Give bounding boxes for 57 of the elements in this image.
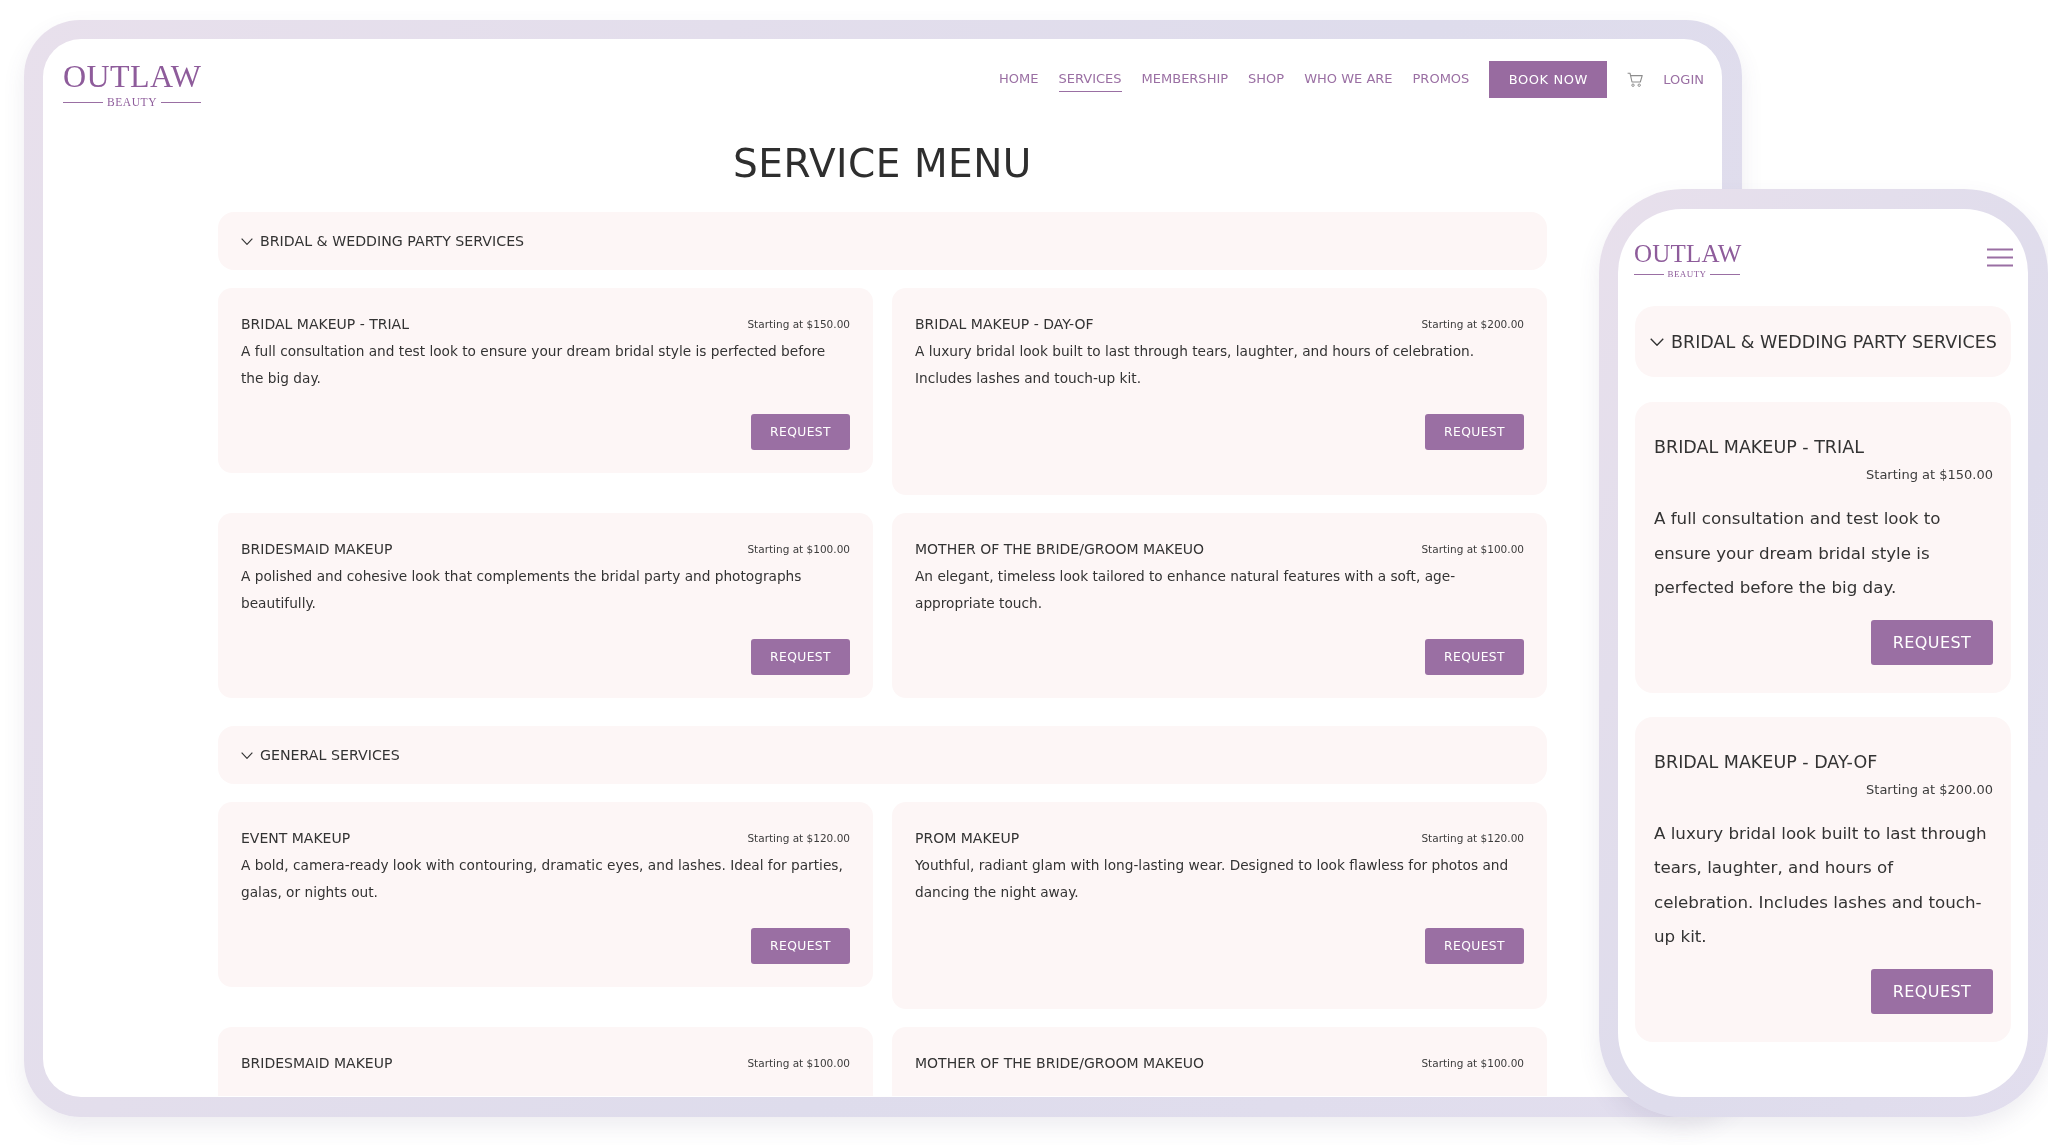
nav-link[interactable]: SHOP	[1248, 67, 1285, 92]
service-description: A luxury bridal look built to last through tears, laughter, and hours of celebration. Includes lashes and touch-up kit.	[1654, 821, 1988, 948]
chevron-icon	[241, 237, 253, 245]
request-button[interactable]: REQUEST	[1871, 619, 1993, 665]
service-description: Youthful, radiant glam with long-lasting wear. Designed to look flawless for photos and dancing the night away.	[915, 856, 1510, 902]
request-button[interactable]: REQUEST	[1425, 639, 1524, 675]
service-description: A polished and cohesive look that complements the bridal party and photographs beautifully.	[241, 567, 803, 613]
service-price: Starting at $120.00	[1421, 832, 1524, 844]
accordion-header[interactable]: BRIDAL & WEDDING PARTY SERVICES	[1635, 306, 2011, 377]
logo-wordmark: OUTLAW	[1634, 239, 1740, 268]
logo-tagline: BEAUTY	[1667, 268, 1707, 280]
service-price: Starting at $100.00	[747, 1057, 850, 1069]
service-price: Starting at $150.00	[747, 318, 850, 330]
service-title: BRIDAL MAKEUP - TRIAL	[241, 316, 409, 332]
nav-link[interactable]: MEMBERSHIP	[1141, 67, 1229, 92]
chevron-icon	[241, 751, 253, 759]
request-button[interactable]: REQUEST	[751, 639, 850, 675]
service-title: MOTHER OF THE BRIDE/GROOM MAKEUO	[915, 541, 1204, 557]
service-description: A full consultation and test look to ensure your dream bridal style is perfected before the big day.	[1654, 507, 1942, 599]
request-button[interactable]: REQUEST	[1871, 968, 1993, 1014]
login-link[interactable]: LOGIN	[1663, 67, 1704, 92]
nav-link[interactable]: PROMOS	[1412, 67, 1470, 92]
menu-icon[interactable]	[1987, 248, 2013, 267]
service-title: BRIDESMAID MAKEUP	[241, 1055, 393, 1071]
service-price: Starting at $200.00	[1421, 318, 1524, 330]
service-price: Starting at $100.00	[1421, 543, 1524, 555]
service-price: Starting at $100.00	[747, 543, 850, 555]
logo-tagline: BEAUTY	[106, 95, 158, 109]
service-title: EVENT MAKEUP	[241, 830, 351, 846]
accordion-header[interactable]: GENERAL SERVICES	[218, 726, 1547, 784]
service-title: BRIDAL MAKEUP - DAY-OF	[915, 316, 1094, 332]
request-button[interactable]: REQUEST	[1425, 928, 1524, 964]
nav-link[interactable]: HOME	[999, 67, 1039, 92]
book-now-button[interactable]: BOOK NOW	[1489, 61, 1608, 98]
chevron-icon	[1650, 337, 1664, 346]
service-description: A luxury bridal look built to last through tears, laughter, and hours of celebration. Includes lashes and touch-up kit.	[915, 342, 1476, 388]
request-button[interactable]: REQUEST	[751, 928, 850, 964]
service-price: Starting at $150.00	[1865, 466, 1993, 484]
service-description: An elegant, timeless look tailored to enhance natural features with a soft, age-appropriate touch.	[915, 567, 1457, 613]
service-title: BRIDESMAID MAKEUP	[241, 541, 393, 557]
logo-wordmark: OUTLAW	[63, 58, 201, 95]
page-title: SERVICE MENU	[732, 142, 1033, 186]
service-price: Starting at $120.00	[747, 832, 850, 844]
nav-link[interactable]: SERVICES	[1058, 67, 1122, 92]
service-description: A bold, camera-ready look with contouring, dramatic eyes, and lashes. Ideal for parties, galas, or nights out.	[241, 856, 844, 902]
service-title: PROM MAKEUP	[915, 830, 1020, 846]
accordion-header[interactable]: BRIDAL & WEDDING PARTY SERVICES	[218, 212, 1547, 270]
service-title: BRIDAL MAKEUP - DAY-OF	[1654, 750, 1879, 773]
nav-link[interactable]: WHO WE ARE	[1304, 67, 1393, 92]
request-button[interactable]: REQUEST	[751, 414, 850, 450]
service-title: BRIDAL MAKEUP - TRIAL	[1654, 436, 1865, 458]
request-button[interactable]: REQUEST	[1425, 414, 1524, 450]
service-price: Starting at $100.00	[1421, 1057, 1524, 1069]
service-description: A full consultation and test look to ensure your dream bridal style is perfected before the big day.	[241, 342, 827, 388]
service-title: MOTHER OF THE BRIDE/GROOM MAKEUO	[915, 1055, 1204, 1071]
cart-icon[interactable]	[1627, 72, 1644, 87]
service-price: Starting at $200.00	[1865, 780, 1993, 799]
